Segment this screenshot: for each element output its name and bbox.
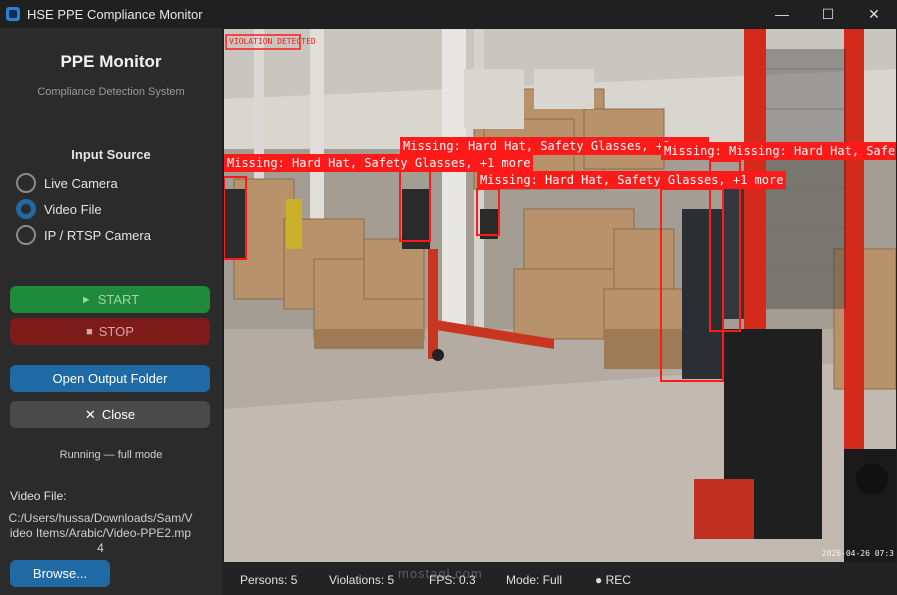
open-folder-label: Open Output Folder xyxy=(52,371,168,386)
radio-ip-rtsp-camera[interactable]: IP / RTSP Camera xyxy=(16,225,151,245)
start-label: START xyxy=(97,292,140,307)
stop-button[interactable]: ■ STOP xyxy=(10,318,210,345)
browse-button[interactable]: Browse... xyxy=(10,560,110,587)
radio-button-icon[interactable] xyxy=(16,225,36,245)
close-window-button[interactable]: ✕ xyxy=(851,0,897,28)
app-subtitle: Compliance Detection System xyxy=(37,86,185,98)
open-output-folder-button[interactable]: Open Output Folder xyxy=(10,365,210,392)
warehouse-scene xyxy=(224,29,896,562)
radio-live-camera[interactable]: Live Camera xyxy=(16,173,118,193)
video-file-label: Video File: xyxy=(10,489,67,503)
radio-label: Live Camera xyxy=(44,175,118,191)
radio-label: IP / RTSP Camera xyxy=(44,227,151,243)
input-source-heading: Input Source xyxy=(71,147,151,162)
window-controls: — ☐ ✕ xyxy=(759,0,897,28)
close-label: Close xyxy=(101,407,136,422)
persons-count: Persons: 5 xyxy=(240,573,298,587)
title-bar: HSE PPE Compliance Monitor — ☐ ✕ xyxy=(0,0,897,28)
radio-button-selected-icon[interactable] xyxy=(16,199,36,219)
close-button[interactable]: ✕ Close xyxy=(10,401,210,428)
video-feed: VIOLATION DETECTED Missing: Hard Hat, Sa… xyxy=(224,29,896,562)
rec-indicator: ● REC xyxy=(595,573,631,587)
app-window: HSE PPE Compliance Monitor — ☐ ✕ PPE Mon… xyxy=(0,0,897,595)
watermark: mostaql.com xyxy=(398,566,483,581)
violations-count: Violations: 5 xyxy=(329,573,395,587)
video-file-path: C:/Users/hussa/Downloads/Sam/Video Items… xyxy=(8,511,193,555)
status-bar: Persons: 5 Violations: 5 FPS: 0.3 Mode: … xyxy=(222,562,897,595)
radio-video-file[interactable]: Video File xyxy=(16,199,102,219)
stop-label: STOP xyxy=(98,324,134,339)
detection-label: Missing: Missing: Hard Hat, Safety Glass… xyxy=(661,142,896,160)
run-status: Running — full mode xyxy=(59,449,163,461)
app-title: PPE Monitor xyxy=(60,52,162,71)
maximize-button[interactable]: ☐ xyxy=(805,0,851,28)
radio-button-icon[interactable] xyxy=(16,173,36,193)
close-icon: ✕ xyxy=(84,406,96,422)
video-timestamp: 2026-04-26 07:3 xyxy=(821,549,894,558)
detection-label: Missing: Hard Hat, Safety Glasses, +1 mo… xyxy=(477,171,787,189)
app-icon xyxy=(6,7,20,21)
sidebar: PPE Monitor Compliance Detection System … xyxy=(0,28,222,595)
play-icon: ► xyxy=(80,293,92,306)
radio-label: Video File xyxy=(44,201,102,217)
mode-readout: Mode: Full xyxy=(506,573,563,587)
stop-icon: ■ xyxy=(86,325,93,338)
start-button[interactable]: ► START xyxy=(10,286,210,313)
minimize-button[interactable]: — xyxy=(759,0,805,28)
violation-banner: VIOLATION DETECTED xyxy=(229,37,316,46)
detection-label: Missing: Hard Hat, Safety Glasses, +1 mo… xyxy=(224,154,534,172)
window-title: HSE PPE Compliance Monitor xyxy=(27,6,203,22)
